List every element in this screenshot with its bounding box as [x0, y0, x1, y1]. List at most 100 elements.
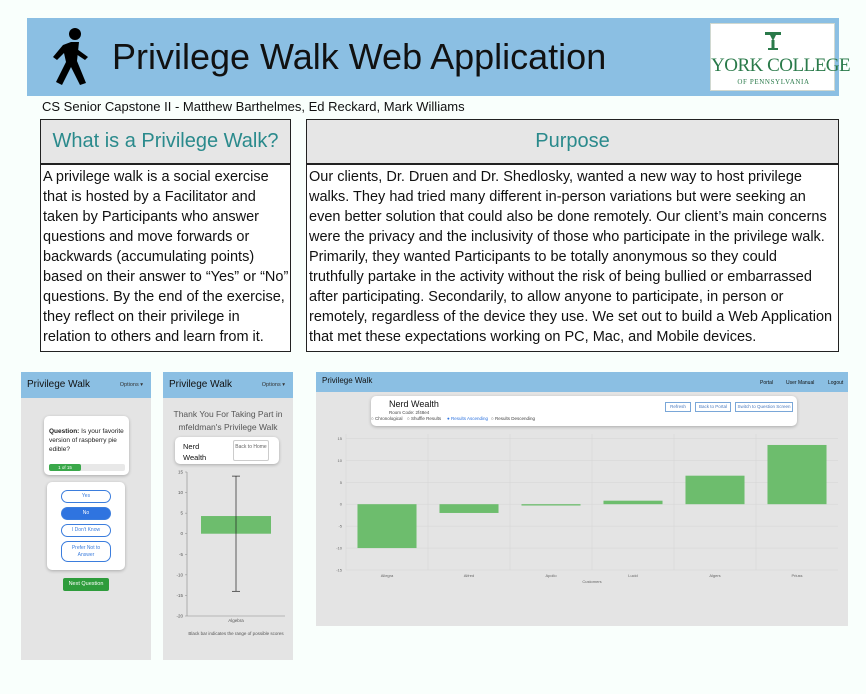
x-tick-label: Algebra — [228, 618, 244, 623]
what-body: A privilege walk is a social exercise th… — [40, 164, 291, 352]
radio-label: Results Descending — [494, 416, 535, 421]
y-tick-label: 15 — [178, 470, 184, 475]
y-tick-label: -20 — [176, 614, 183, 619]
text-line: backwards (accumulating points) — [43, 249, 255, 265]
y-tick-label: -5 — [179, 552, 183, 557]
radio-descending[interactable]: ○ Results Descending — [491, 416, 535, 421]
x-tick-label: Lucid — [628, 573, 638, 578]
y-tick-label: 15 — [338, 436, 343, 441]
category-title: Nerd Wealth — [183, 442, 207, 462]
x-tick-label: Priuss — [791, 573, 802, 578]
x-axis-label: Customers — [582, 579, 601, 584]
category-title: Nerd Wealth — [389, 399, 439, 409]
progress-label: 1 of 15 — [58, 465, 72, 470]
y-tick-label: 5 — [340, 480, 343, 485]
text-line: questions. By the end of the exercise, — [43, 289, 285, 305]
text-line: walks. They had tried many different in-… — [309, 189, 806, 205]
answer-dont-know-button[interactable]: I Don't Know — [61, 524, 111, 537]
radio-label: Shuffle Results — [410, 416, 442, 421]
answers-card: Yes No I Don't Know Prefer Not to Answer — [47, 482, 125, 570]
text-line: Primarily, they wanted Participants to b… — [309, 249, 777, 265]
result-bar — [439, 504, 499, 513]
x-tick-label: Allegra — [381, 573, 394, 578]
poster-title: Privilege Walk Web Application — [112, 36, 607, 77]
progress-bar: 1 of 15 — [49, 464, 125, 471]
options-menu[interactable]: Options ▾ — [120, 382, 143, 388]
question-text: Question: Is your favorite version of ra… — [49, 427, 125, 454]
text-line: taken by Participants who answer — [43, 209, 259, 225]
next-question-button[interactable]: Next Question — [63, 578, 109, 591]
navbar: Privilege Walk Options ▾ — [21, 372, 151, 398]
host-results-screen: Privilege Walk Portal User Manual Logout… — [316, 372, 848, 626]
college-seal-icon — [765, 32, 781, 50]
back-to-portal-button[interactable]: Back to Portal — [695, 402, 731, 412]
text-line: remotely, regardless of the device they … — [309, 309, 833, 325]
text-line: truthfully partake in the activity witho… — [309, 269, 812, 285]
nav-brand[interactable]: Privilege Walk — [169, 379, 232, 390]
question-label: Question: — [49, 428, 80, 435]
room-code: Room Code: 2f48e4 — [389, 410, 430, 415]
result-bar — [603, 500, 663, 505]
y-tick-label: -5 — [338, 524, 342, 529]
participant-result-screen: Privilege Walk Options ▾ Thank You For T… — [163, 372, 293, 660]
text-line: Our clients, Dr. Druen and Dr. Shedlosky… — [309, 169, 802, 185]
nav-logout-link[interactable]: Logout — [828, 380, 843, 386]
switch-to-question-button[interactable]: Switch to Question Screen — [735, 402, 793, 412]
nav-brand[interactable]: Privilege Walk — [322, 376, 372, 385]
college-logo: YORK COLLEGE OF PENNSYLVANIA — [710, 23, 851, 91]
x-tick-label: Algers — [709, 573, 720, 578]
y-tick-label: 0 — [180, 531, 183, 536]
text-line: that is hosted by a Facilitator and — [43, 189, 256, 205]
authors-line: CS Senior Capstone II - Matthew Barthelm… — [42, 99, 465, 114]
text-line: that met these expectations working on P… — [309, 329, 757, 345]
logo-subtitle: OF PENNSYLVANIA — [737, 78, 810, 86]
text-line: based on their answer to “Yes” or “No” — [43, 269, 289, 285]
text-line: relation to others and learn from it. — [43, 329, 264, 345]
text-line: even better solution that could also be … — [309, 209, 827, 225]
nav-portal-link[interactable]: Portal — [760, 380, 773, 386]
radio-chronological[interactable]: ○ Chronological — [371, 416, 403, 421]
text-line: they reflect on their privilege in — [43, 309, 240, 325]
result-bar — [685, 475, 745, 505]
result-bar — [357, 504, 417, 549]
participant-score-chart: -20 -15 -10 -5 0 5 10 15 Algebra Black bar indica… — [176, 470, 285, 636]
purpose-body: Our clients, Dr. Druen and Dr. Shedlosky… — [306, 164, 839, 352]
result-bar — [767, 444, 827, 505]
x-tick-label: Alfred — [464, 573, 474, 578]
purpose-heading: Purpose — [306, 119, 839, 164]
host-results-chart: -15 -10 -5 0 5 10 15 Allegra Alfred Apollo Lucid Al… — [336, 434, 838, 584]
answer-yes-button[interactable]: Yes — [61, 490, 111, 503]
text-line: A privilege walk is a social exercise — [43, 169, 269, 185]
answer-prefer-not-button[interactable]: Prefer Not to Answer — [61, 541, 111, 562]
question-screen: Privilege Walk Options ▾ Question: Is yo… — [21, 372, 151, 660]
y-tick-label: 5 — [180, 511, 183, 516]
nav-brand[interactable]: Privilege Walk — [27, 379, 90, 390]
radio-ascending[interactable]: ● Results Ascending — [447, 416, 488, 421]
radio-shuffle[interactable]: ○ Shuffle Results — [407, 416, 441, 421]
text-line: after participating. Secondarily, to all… — [309, 289, 784, 305]
refresh-button[interactable]: Refresh — [665, 402, 691, 412]
y-tick-label: 0 — [340, 502, 343, 507]
walking-person-icon — [53, 28, 88, 85]
y-tick-label: -10 — [336, 546, 343, 551]
logo-name: YORK COLLEGE — [711, 55, 851, 76]
thank-you-text: Thank You For Taking Part in mfeldman's … — [173, 409, 283, 432]
y-tick-label: -10 — [176, 572, 183, 577]
y-tick-label: -15 — [176, 593, 183, 598]
y-tick-label: -15 — [336, 568, 343, 573]
result-bar — [521, 504, 581, 506]
options-menu[interactable]: Options ▾ — [262, 382, 285, 388]
host-controls-card: Nerd Wealth Room Code: 2f48e4 ○ Chronolo… — [371, 396, 797, 426]
answer-no-button[interactable]: No — [61, 507, 111, 520]
text-line: questions and move forwards or — [43, 229, 250, 245]
navbar: Privilege Walk Portal User Manual Logout — [316, 372, 848, 392]
navbar: Privilege Walk Options ▾ — [163, 372, 293, 398]
question-card: Question: Is your favorite version of ra… — [44, 416, 129, 475]
x-tick-label: Apollo — [545, 573, 557, 578]
back-to-home-button[interactable]: Back to Home — [233, 440, 269, 461]
text-line: were the privacy and the inclusivity of … — [309, 229, 825, 245]
nav-user-manual-link[interactable]: User Manual — [786, 380, 814, 386]
y-tick-label: 10 — [178, 490, 184, 495]
y-tick-label: 10 — [338, 458, 343, 463]
category-card: Nerd Wealth Back to Home — [175, 437, 279, 464]
